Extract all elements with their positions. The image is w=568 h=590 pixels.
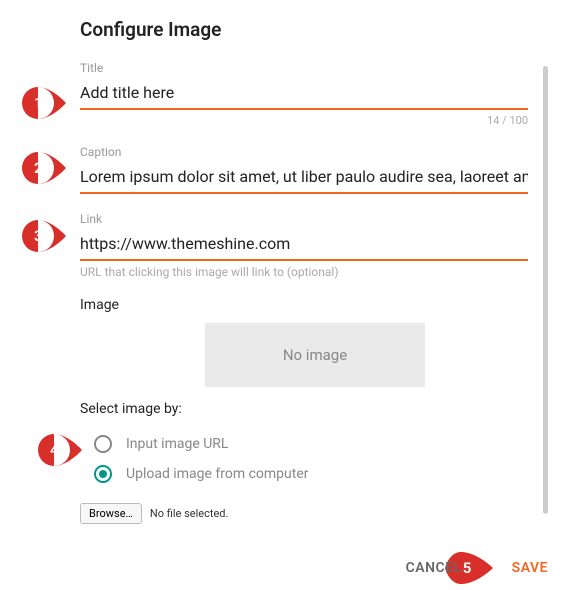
radio-label: Input image URL: [126, 436, 228, 452]
dialog-scrollbar[interactable]: [543, 66, 548, 514]
annotation-callout-2: 2: [22, 152, 66, 184]
caption-input[interactable]: Lorem ipsum dolor sit amet, ut liber pau…: [80, 165, 528, 194]
link-input[interactable]: https://www.themeshine.com: [80, 232, 528, 261]
save-button[interactable]: SAVE: [512, 560, 548, 576]
select-image-by-label: Select image by:: [80, 401, 550, 417]
title-char-counter: 14 / 100: [80, 114, 528, 127]
dialog-footer: CANCEL SAVE: [406, 560, 548, 576]
link-hint: URL that clicking this image will link t…: [80, 265, 528, 279]
radio-option-url[interactable]: Input image URL: [80, 429, 550, 459]
title-label: Title: [80, 61, 528, 75]
annotation-callout-4: 4: [38, 434, 82, 466]
title-field: Title Add title here 14 / 100: [80, 61, 528, 127]
radio-icon: [94, 435, 112, 453]
file-picker-row: Browse… No file selected.: [80, 503, 550, 524]
link-field: Link https://www.themeshine.com URL that…: [80, 212, 528, 279]
annotation-callout-3: 3: [22, 220, 66, 252]
caption-field: Caption Lorem ipsum dolor sit amet, ut l…: [80, 145, 528, 194]
configure-image-dialog: Configure Image Title Add title here 14 …: [80, 18, 550, 538]
radio-icon: [94, 465, 112, 483]
file-status: No file selected.: [150, 507, 229, 520]
link-label: Link: [80, 212, 528, 226]
image-section-label: Image: [80, 297, 550, 313]
caption-label: Caption: [80, 145, 528, 159]
annotation-callout-1: 1: [22, 87, 66, 119]
dialog-heading: Configure Image: [80, 18, 550, 41]
radio-option-upload[interactable]: Upload image from computer: [80, 459, 550, 489]
image-preview-empty: No image: [205, 323, 425, 387]
radio-label: Upload image from computer: [126, 466, 309, 482]
cancel-button[interactable]: CANCEL: [406, 560, 462, 576]
title-input[interactable]: Add title here: [80, 81, 528, 110]
browse-button[interactable]: Browse…: [80, 503, 142, 524]
